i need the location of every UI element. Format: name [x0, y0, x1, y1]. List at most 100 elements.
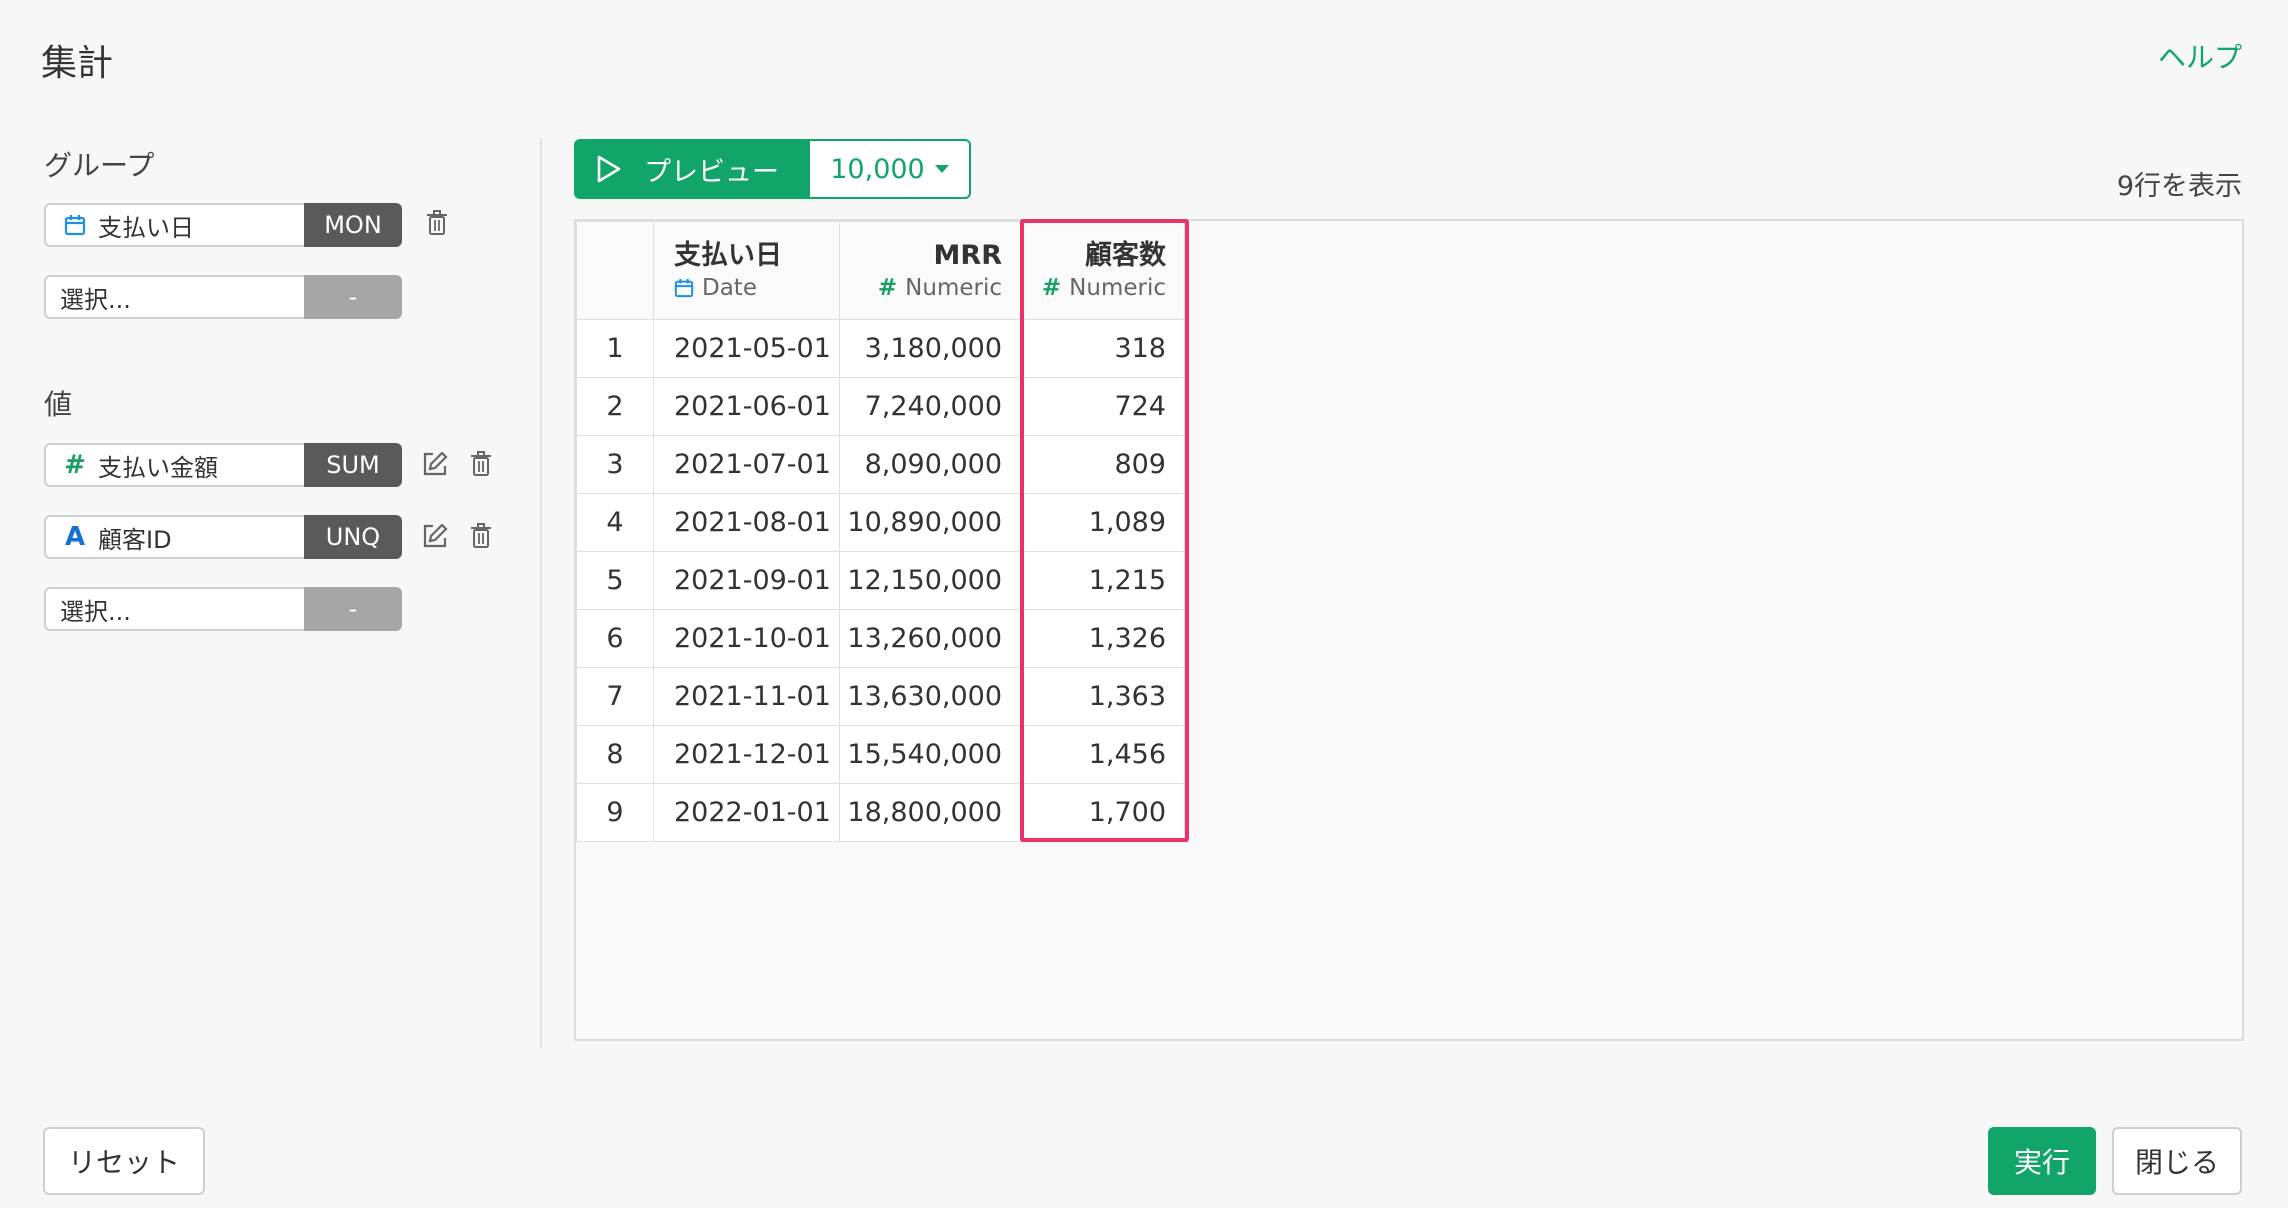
panel-divider	[540, 138, 542, 1048]
cell-payment-date: 2021-07-01	[653, 435, 840, 494]
trash-icon[interactable]	[466, 519, 496, 553]
table-row: 4 2021-08-01 10,890,000 1,089	[576, 493, 1185, 552]
value-field-name[interactable]: A 顧客ID	[44, 515, 304, 559]
table-row: 9 2022-01-01 18,800,000 1,700	[576, 783, 1185, 842]
close-button[interactable]: 閉じる	[2112, 1127, 2242, 1195]
cell-mrr: 18,800,000	[839, 783, 1021, 842]
group-agg-dropdown[interactable]: MON	[304, 203, 402, 247]
cell-mrr: 12,150,000	[839, 551, 1021, 610]
row-index: 7	[576, 667, 654, 726]
cell-mrr: 13,260,000	[839, 609, 1021, 668]
cell-mrr: 13,630,000	[839, 667, 1021, 726]
value-select-input[interactable]: 選択...	[44, 587, 304, 631]
group-section-label: グループ	[44, 149, 155, 182]
cell-mrr: 8,090,000	[839, 435, 1021, 494]
cell-payment-date: 2021-11-01	[653, 667, 840, 726]
column-type: Date	[674, 273, 839, 303]
value-agg-dropdown[interactable]: UNQ	[304, 515, 402, 559]
cell-mrr: 3,180,000	[839, 319, 1021, 378]
column-type-label: Numeric	[1069, 274, 1166, 301]
value-field-payment-amount[interactable]: # 支払い金額 SUM	[44, 443, 402, 487]
table-header-row: 支払い日 Date MRR # Numeric 顧客数 # Numeric	[576, 221, 1185, 320]
cell-payment-date: 2021-09-01	[653, 551, 840, 610]
group-field-select[interactable]: 選択... -	[44, 275, 402, 319]
column-header-mrr[interactable]: MRR # Numeric	[839, 221, 1021, 320]
cell-mrr: 10,890,000	[839, 493, 1021, 552]
cell-customer-count: 809	[1020, 435, 1185, 494]
cell-mrr: 7,240,000	[839, 377, 1021, 436]
column-name: 支払い日	[674, 239, 782, 271]
group-select-input[interactable]: 選択...	[44, 275, 304, 319]
cell-customer-count: 1,215	[1020, 551, 1185, 610]
cell-customer-count: 1,363	[1020, 667, 1185, 726]
edit-icon[interactable]	[420, 447, 450, 481]
cell-payment-date: 2021-05-01	[653, 319, 840, 378]
group-select-agg[interactable]: -	[304, 275, 402, 319]
run-button[interactable]: 実行	[1988, 1127, 2096, 1195]
preview-button-label: プレビュー	[644, 156, 779, 188]
row-index: 8	[576, 725, 654, 784]
row-index: 5	[576, 551, 654, 610]
table-row: 7 2021-11-01 13,630,000 1,363	[576, 667, 1185, 726]
text-type-icon: A	[64, 522, 86, 552]
value-field-customer-id[interactable]: A 顧客ID UNQ	[44, 515, 402, 559]
value-field-label: 顧客ID	[98, 525, 172, 554]
hash-icon: #	[64, 450, 86, 480]
row-index: 9	[576, 783, 654, 842]
row-limit-dropdown[interactable]: 10,000	[810, 139, 971, 199]
table-row: 6 2021-10-01 13,260,000 1,326	[576, 609, 1185, 668]
value-section-label: 値	[44, 388, 73, 421]
cell-payment-date: 2021-10-01	[653, 609, 840, 668]
edit-icon[interactable]	[420, 519, 450, 553]
row-limit-value: 10,000	[830, 153, 925, 185]
cell-customer-count: 1,326	[1020, 609, 1185, 668]
help-link[interactable]: ヘルプ	[2158, 36, 2242, 76]
group-select-placeholder: 選択...	[60, 285, 131, 314]
value-select-placeholder: 選択...	[60, 597, 131, 626]
play-icon	[596, 155, 622, 183]
row-index: 2	[576, 377, 654, 436]
column-type: # Numeric	[1021, 273, 1166, 303]
value-field-select[interactable]: 選択... -	[44, 587, 402, 631]
cell-customer-count: 1,456	[1020, 725, 1185, 784]
column-header-payment-date[interactable]: 支払い日 Date	[653, 221, 840, 320]
value-agg-dropdown[interactable]: SUM	[304, 443, 402, 487]
value-field-label: 支払い金額	[98, 453, 218, 482]
cell-customer-count: 1,700	[1020, 783, 1185, 842]
column-type-label: Numeric	[905, 274, 1002, 301]
value-select-agg[interactable]: -	[304, 587, 402, 631]
preview-table: 支払い日 Date MRR # Numeric 顧客数 # Numeric 1 …	[576, 221, 1185, 842]
cell-mrr: 15,540,000	[839, 725, 1021, 784]
row-count-label: 9行を表示	[2116, 171, 2242, 202]
reset-button[interactable]: リセット	[43, 1127, 205, 1195]
calendar-icon	[674, 278, 694, 298]
row-index: 6	[576, 609, 654, 668]
cell-payment-date: 2022-01-01	[653, 783, 840, 842]
table-row: 2 2021-06-01 7,240,000 724	[576, 377, 1185, 436]
hash-icon: #	[877, 274, 898, 301]
column-header-customer-count[interactable]: 顧客数 # Numeric	[1020, 221, 1185, 320]
table-row: 8 2021-12-01 15,540,000 1,456	[576, 725, 1185, 784]
column-type-label: Date	[702, 274, 757, 301]
preview-button[interactable]: プレビュー	[574, 139, 810, 199]
row-index: 3	[576, 435, 654, 494]
cell-customer-count: 1,089	[1020, 493, 1185, 552]
hash-icon: #	[1041, 274, 1062, 301]
trash-icon[interactable]	[466, 447, 496, 481]
column-name: 顧客数	[1085, 239, 1166, 271]
group-field-payment-date[interactable]: 支払い日 MON	[44, 203, 402, 247]
table-row: 5 2021-09-01 12,150,000 1,215	[576, 551, 1185, 610]
chevron-down-icon	[934, 165, 949, 173]
cell-payment-date: 2021-08-01	[653, 493, 840, 552]
column-name: MRR	[933, 239, 1002, 271]
cell-customer-count: 318	[1020, 319, 1185, 378]
row-index: 4	[576, 493, 654, 552]
dialog-title: 集計	[41, 43, 114, 84]
value-field-name[interactable]: # 支払い金額	[44, 443, 304, 487]
cell-customer-count: 724	[1020, 377, 1185, 436]
trash-icon[interactable]	[422, 206, 452, 240]
index-header	[576, 221, 654, 320]
column-type: # Numeric	[840, 273, 1002, 303]
group-field-name[interactable]: 支払い日	[44, 203, 304, 247]
table-row: 1 2021-05-01 3,180,000 318	[576, 319, 1185, 378]
